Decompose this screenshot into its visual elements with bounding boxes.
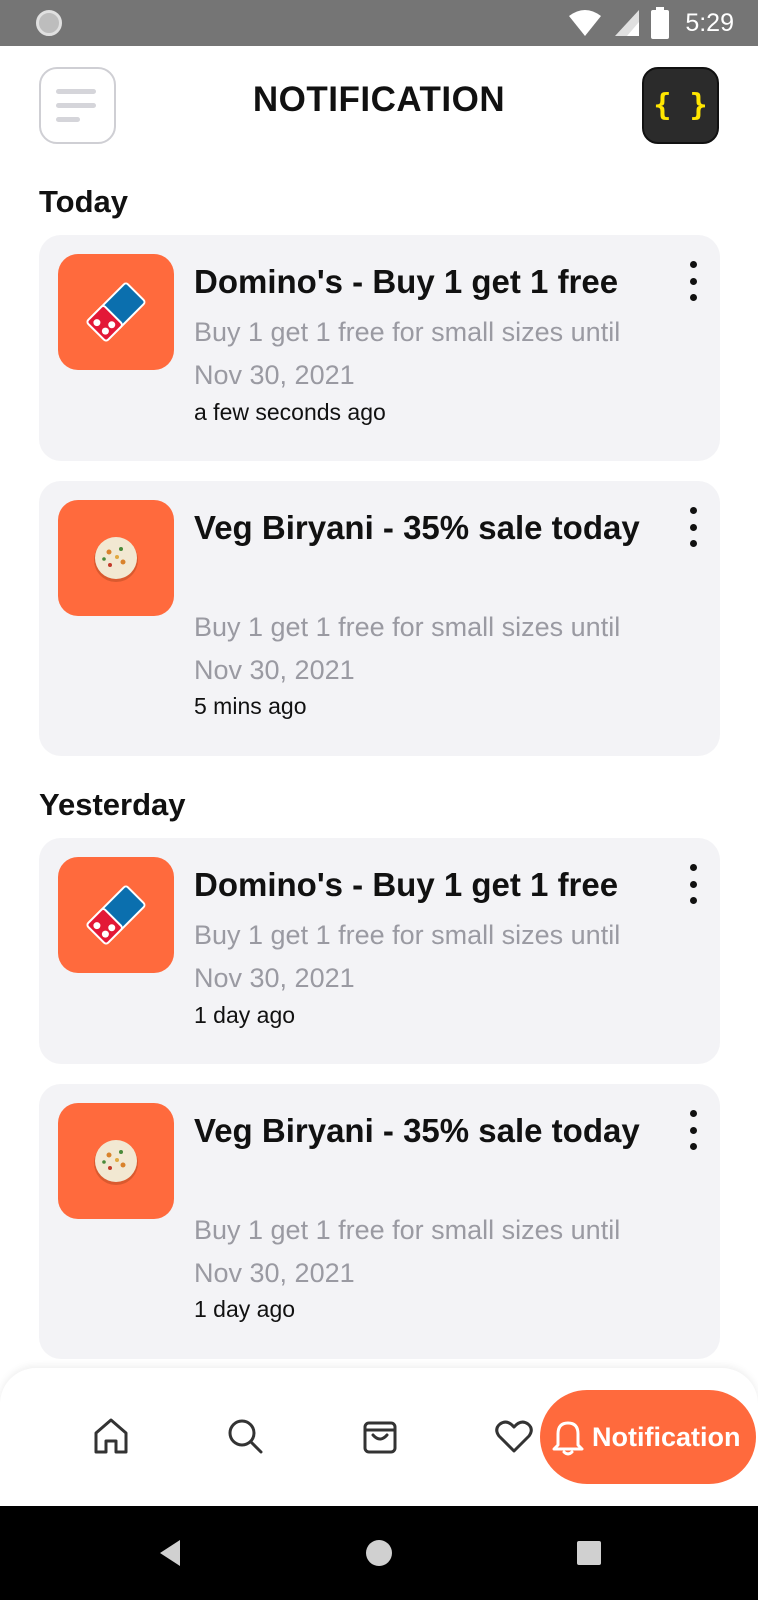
notification-title: Domino's - Buy 1 get 1 free bbox=[194, 866, 619, 903]
bag-icon[interactable] bbox=[359, 1415, 401, 1457]
header: NOTIFICATION { } bbox=[0, 46, 758, 166]
notification-title: Domino's - Buy 1 get 1 free bbox=[194, 263, 619, 300]
system-nav-bar bbox=[0, 1506, 758, 1600]
dominos-logo-icon bbox=[58, 857, 174, 973]
recents-icon[interactable] bbox=[576, 1540, 602, 1566]
nav-notification-label: Notification bbox=[592, 1421, 741, 1452]
back-icon[interactable] bbox=[156, 1538, 184, 1568]
notification-card[interactable]: Veg Biryani - 35% sale today Buy 1 get 1… bbox=[39, 481, 720, 756]
dominos-logo-icon bbox=[58, 254, 174, 370]
nav-notification-button[interactable]: Notification bbox=[540, 1390, 756, 1484]
wifi-icon bbox=[569, 10, 602, 36]
notification-dot-icon bbox=[36, 10, 62, 36]
home-circle-icon[interactable] bbox=[364, 1538, 394, 1568]
notification-time: 1 day ago bbox=[194, 1296, 296, 1322]
code-braces-icon: { } bbox=[653, 88, 708, 123]
search-icon[interactable] bbox=[224, 1415, 266, 1457]
code-button[interactable]: { } bbox=[642, 67, 719, 144]
more-options-icon[interactable] bbox=[680, 507, 706, 547]
more-options-icon[interactable] bbox=[680, 1110, 706, 1150]
home-icon[interactable] bbox=[90, 1415, 132, 1457]
biryani-bowl-icon bbox=[58, 1103, 174, 1219]
heart-icon[interactable] bbox=[493, 1415, 535, 1457]
notification-card[interactable]: Domino's - Buy 1 get 1 free Buy 1 get 1 … bbox=[39, 235, 720, 461]
notification-title: Veg Biryani - 35% sale today bbox=[194, 509, 640, 546]
battery-icon bbox=[651, 7, 670, 39]
signal-icon bbox=[615, 10, 640, 36]
notification-description: Buy 1 get 1 free for small sizes until N… bbox=[194, 317, 621, 390]
notification-time: 1 day ago bbox=[194, 1002, 296, 1028]
notification-description: Buy 1 get 1 free for small sizes until N… bbox=[194, 920, 621, 993]
status-time: 5:29 bbox=[685, 8, 734, 37]
more-options-icon[interactable] bbox=[680, 261, 706, 301]
status-bar: 5:29 bbox=[0, 0, 758, 46]
section-title-yesterday: Yesterday bbox=[39, 787, 186, 822]
notification-description: Buy 1 get 1 free for small sizes until N… bbox=[194, 1215, 621, 1288]
notification-card[interactable]: Domino's - Buy 1 get 1 free Buy 1 get 1 … bbox=[39, 838, 720, 1064]
bell-icon bbox=[552, 1421, 584, 1456]
notification-description: Buy 1 get 1 free for small sizes until N… bbox=[194, 612, 621, 685]
section-title-today: Today bbox=[39, 184, 128, 219]
status-icons: 5:29 bbox=[567, 6, 734, 40]
biryani-bowl-icon bbox=[58, 500, 174, 616]
notification-card[interactable]: Veg Biryani - 35% sale today Buy 1 get 1… bbox=[39, 1084, 720, 1359]
notification-time: 5 mins ago bbox=[194, 693, 307, 719]
notification-time: a few seconds ago bbox=[194, 399, 386, 425]
notification-title: Veg Biryani - 35% sale today bbox=[194, 1112, 640, 1149]
more-options-icon[interactable] bbox=[680, 864, 706, 904]
bottom-nav: Notification bbox=[0, 1368, 758, 1506]
